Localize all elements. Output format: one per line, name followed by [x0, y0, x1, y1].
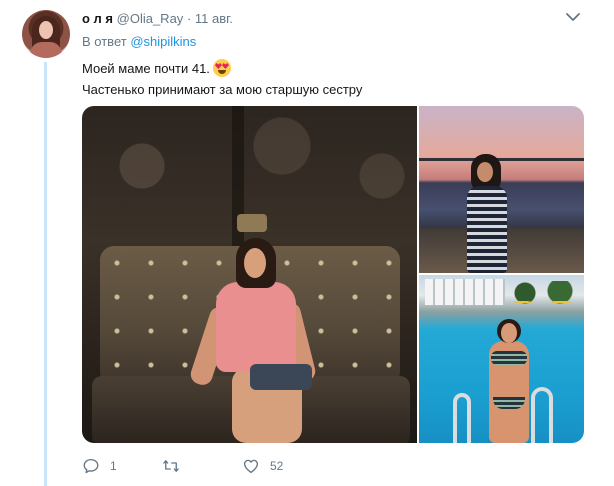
like-count: 52	[270, 459, 284, 473]
chevron-down-icon[interactable]	[566, 12, 580, 22]
avatar[interactable]	[22, 10, 70, 58]
tweet-text-line-1-content: Моей маме почти 41.	[82, 61, 210, 76]
photo-sunset-beach[interactable]	[419, 106, 584, 273]
tweet-text-line-2: Частенько принимают за мою старшую сестр…	[82, 82, 363, 97]
reply-context: В ответ @shipilkins	[82, 34, 196, 49]
reply-icon	[83, 458, 99, 474]
heart-eyes-emoji-icon	[212, 59, 231, 77]
avatar-face	[39, 21, 53, 39]
photo-lounge[interactable]	[82, 106, 417, 443]
media-grid	[82, 106, 584, 443]
photo-pool[interactable]	[419, 275, 584, 443]
reply-button[interactable]: 1	[82, 455, 117, 477]
user-handle[interactable]: @Olia_Ray	[117, 11, 184, 26]
reply-prefix: В ответ	[82, 34, 127, 49]
thread-connector-line	[44, 62, 47, 486]
tweet-date[interactable]: 11 авг.	[195, 11, 233, 26]
heart-icon	[243, 459, 259, 474]
retweet-button[interactable]	[162, 455, 190, 477]
display-name[interactable]: о л я	[82, 11, 113, 26]
like-button[interactable]: 52	[242, 455, 283, 477]
separator-dot: ·	[186, 11, 192, 26]
tweet-text: Моей маме почти 41. Частенько принимают …	[82, 58, 582, 100]
reply-mention-link[interactable]: @shipilkins	[130, 34, 196, 49]
reply-count: 1	[110, 459, 117, 473]
tweet-header: о л я @Olia_Ray · 11 авг.	[82, 11, 233, 26]
avatar-body	[30, 42, 62, 58]
tweet-text-line-1: Моей маме почти 41.	[82, 58, 582, 79]
retweet-icon	[163, 460, 179, 472]
